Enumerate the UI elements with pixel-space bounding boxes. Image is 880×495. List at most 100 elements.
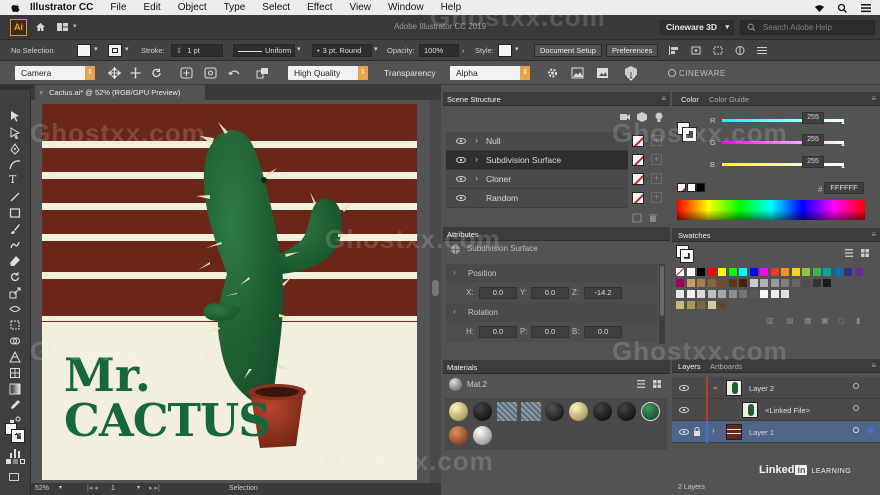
new-object-icon[interactable] [632,213,642,223]
layer-row-layer-1[interactable]: › Layer 1 [672,421,880,443]
perspective-grid-tool-icon[interactable] [9,351,21,363]
material-swatch[interactable] [569,402,588,421]
color-swatch[interactable] [707,268,716,276]
color-swatch[interactable] [686,279,695,287]
attributes-scrollbar[interactable] [659,264,665,344]
menu-list-icon[interactable] [860,3,872,13]
color-swatch[interactable] [791,279,800,287]
eye-icon[interactable] [679,385,689,391]
no-material-swatch[interactable] [632,192,644,204]
draw-mode-icon[interactable] [9,473,21,483]
fill-chevron-icon[interactable]: ▾ [94,45,98,53]
color-swatch[interactable] [854,268,863,276]
new-swatch-icon[interactable]: ◻ [838,316,845,325]
artboard-chevron-icon[interactable]: ▾ [137,484,140,491]
panel-menu-icon[interactable]: ≡ [871,361,876,370]
menu-list-icon[interactable] [756,45,768,56]
scale-tool-icon[interactable] [9,287,21,299]
color-swatch[interactable] [676,290,684,298]
color-swatch[interactable] [760,279,768,287]
stroke-chevron-icon[interactable]: ▾ [125,45,129,53]
fill-swatch[interactable] [77,44,91,57]
color-swatch[interactable] [833,268,842,276]
add-tag-icon[interactable]: + [651,173,662,184]
materials-header[interactable]: Materials [443,360,670,374]
layers-tab[interactable]: Layers [678,362,701,371]
scrollbar-thumb[interactable] [432,280,439,296]
color-swatch[interactable] [686,268,695,276]
rotate-tool-icon[interactable] [9,271,21,283]
none-swatch[interactable] [676,268,684,276]
color-mode-icon[interactable] [6,459,11,464]
rotation-p-field[interactable]: 0.0 [531,326,569,338]
rotate-tool-icon[interactable] [150,67,163,79]
color-swatch[interactable] [707,279,716,287]
pen-tool-icon[interactable] [9,143,21,155]
green-slider-handle[interactable]: ▲ [840,142,846,148]
color-swatch[interactable] [812,268,821,276]
paintbrush-tool-icon[interactable] [9,223,21,235]
new-color-group-icon[interactable]: ▣ [821,316,829,325]
menu-object[interactable]: Object [178,2,207,13]
color-swatch[interactable] [812,279,821,287]
position-z-field[interactable]: -14.2 [584,287,622,299]
scene-item-random[interactable]: Random [446,189,628,208]
color-swatch[interactable] [749,268,758,276]
color-panel-header[interactable]: Color Color Guide ≡ [672,92,880,106]
mesh-tool-icon[interactable] [9,367,21,379]
document-setup-button[interactable]: Document Setup [534,44,602,57]
eye-icon[interactable] [456,195,466,201]
collapse-chevron-icon[interactable]: ⌄ [712,382,719,391]
vertical-scrollbar[interactable] [430,100,441,483]
gradient-mode-icon[interactable] [13,459,18,464]
render-region-icon[interactable] [256,67,269,79]
expand-chevron-icon[interactable]: › [712,426,715,435]
cube-object-icon[interactable] [636,111,648,123]
panel-menu-icon[interactable]: ≡ [871,230,876,239]
color-swatch[interactable] [781,268,789,276]
zoom-chevron-icon[interactable]: ▾ [59,484,62,491]
target-icon[interactable] [853,383,859,389]
red-value[interactable]: 255 [802,112,824,124]
scrollbar-thumb[interactable] [660,266,664,316]
hex-field[interactable]: FFFFFF [824,182,864,194]
list-view-icon[interactable] [636,379,646,389]
type-tool-icon[interactable]: T [9,174,21,186]
move-tool-icon[interactable] [108,67,121,79]
color-swatch[interactable] [686,290,695,298]
light-object-icon[interactable] [653,111,665,123]
eye-icon[interactable] [456,176,466,182]
color-swatch[interactable] [739,290,747,298]
camera-dropdown[interactable]: Camera ⇕ [15,66,95,80]
camera-rotate-icon[interactable] [228,67,241,79]
add-tag-icon[interactable]: + [651,192,662,203]
scene-item-cloner[interactable]: › Cloner [446,170,628,189]
scale-tool-icon[interactable] [129,67,142,79]
material-swatch[interactable] [593,402,612,421]
gear-icon[interactable] [546,67,559,79]
preferences-button[interactable]: Preferences [606,44,659,57]
recolor-icon[interactable] [734,45,746,56]
menu-app-name[interactable]: Illustrator CC [30,2,93,13]
color-tab[interactable]: Color [681,95,699,104]
color-swatch[interactable] [760,290,768,298]
color-swatch[interactable] [728,290,737,298]
color-swatch[interactable] [697,279,705,287]
color-swatch[interactable] [718,268,726,276]
profile-chevron-icon[interactable]: ▾ [297,45,301,53]
trash-icon[interactable]: ▮ [856,316,860,325]
menu-view[interactable]: View [349,2,371,13]
swatches-header[interactable]: Swatches ≡ [672,228,880,242]
close-tab-icon[interactable]: × [39,85,43,100]
show-kinds-icon[interactable]: ▤ [786,316,794,325]
shaper-tool-icon[interactable] [9,239,21,251]
color-swatch[interactable] [781,279,789,287]
expand-chevron-icon[interactable]: › [475,135,478,145]
trash-icon[interactable] [648,213,658,223]
no-material-swatch[interactable] [632,173,644,185]
menu-select[interactable]: Select [262,2,290,13]
tools-panel-grip[interactable] [0,85,31,90]
color-swatch[interactable] [760,268,768,276]
stroke-swatch[interactable] [108,44,122,57]
rotation-h-field[interactable]: 0.0 [479,326,517,338]
